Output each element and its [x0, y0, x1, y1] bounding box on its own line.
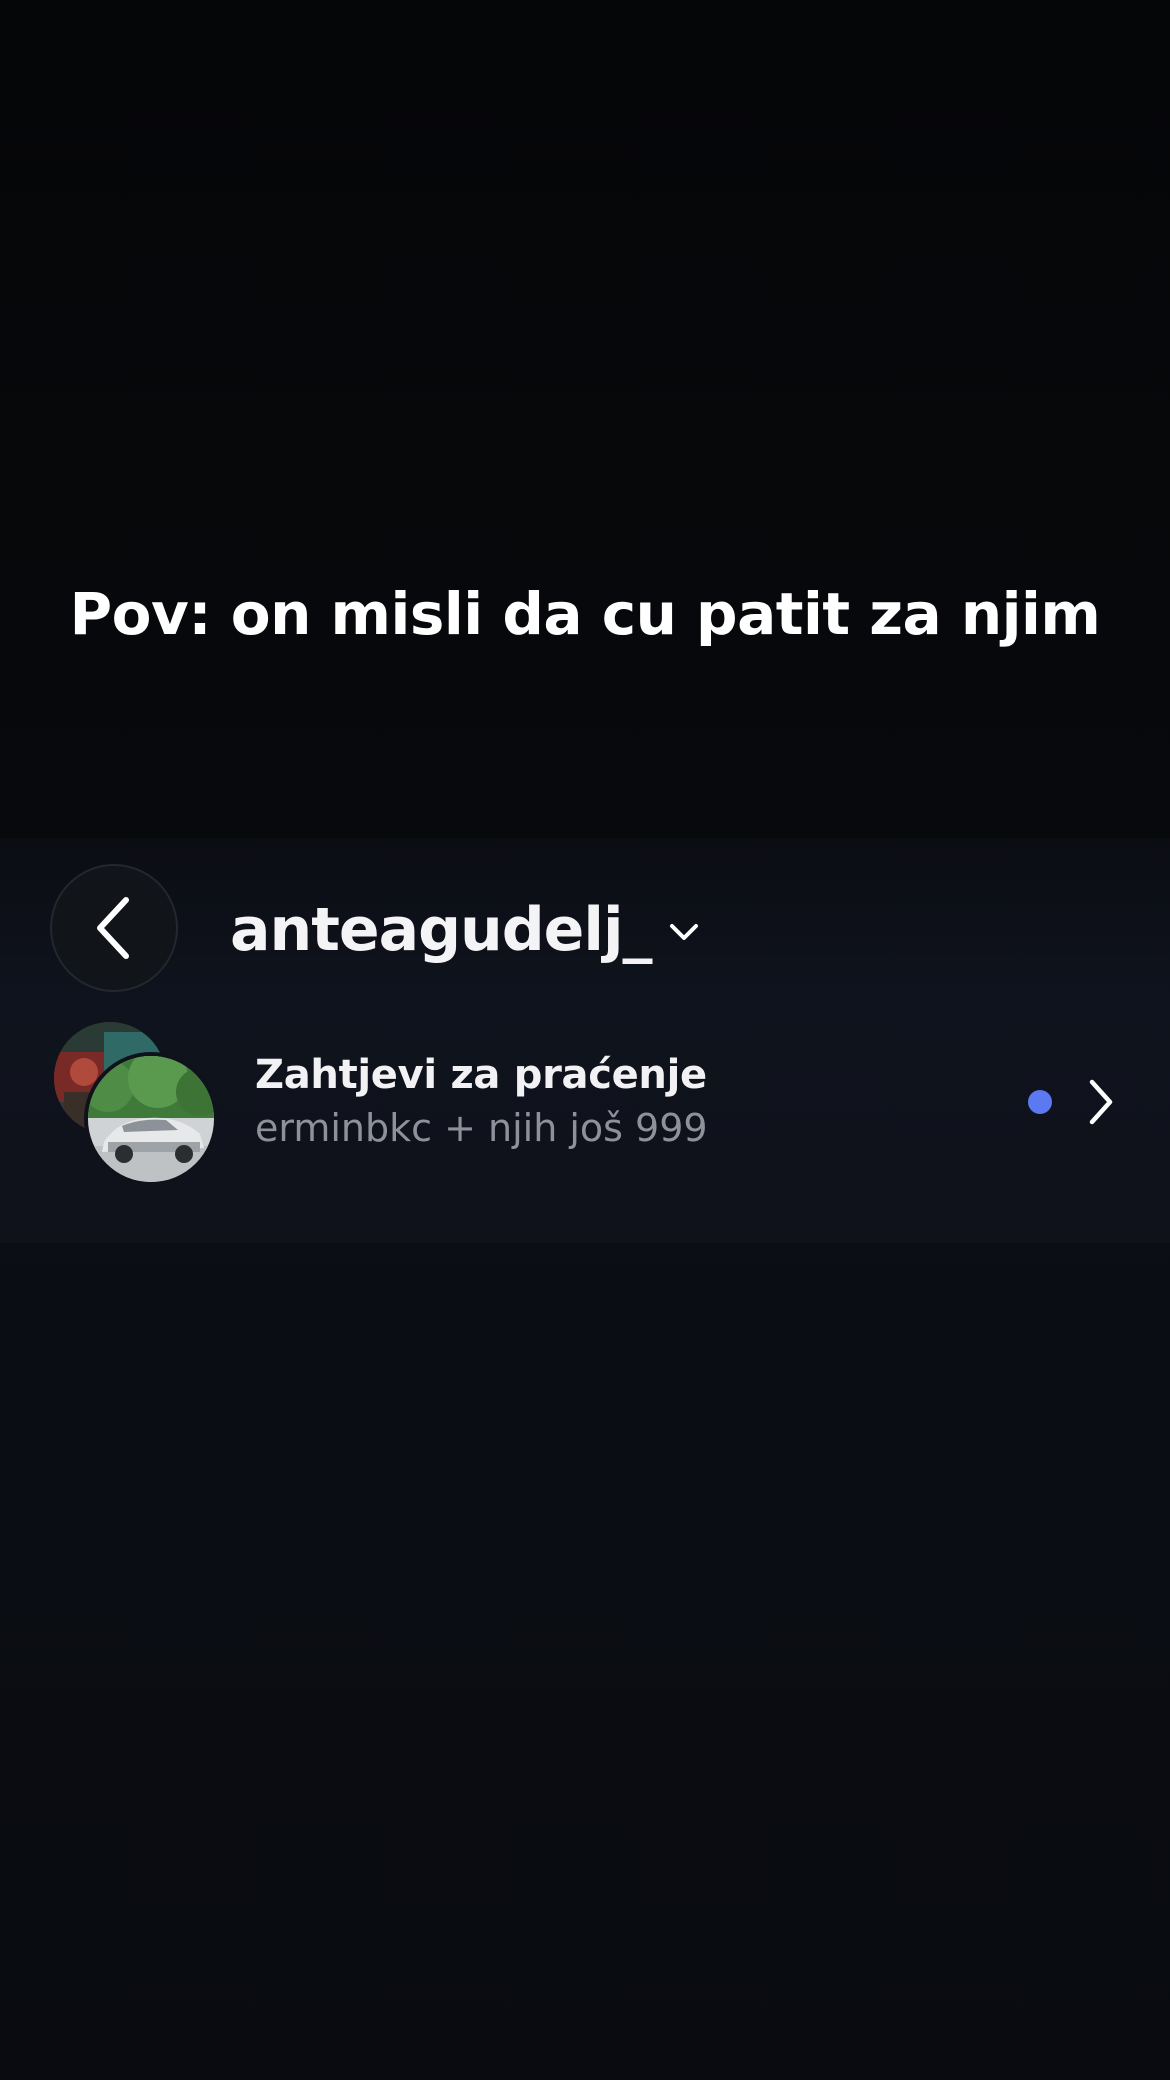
back-button[interactable] [50, 864, 178, 992]
username-title: anteagudelj_ [230, 895, 653, 965]
story-screen: Pov: on misli da cu patit za njim anteag… [0, 0, 1170, 2080]
follow-requests-subtitle: erminbkc + njih još 999 [255, 1106, 708, 1150]
chevron-left-icon [97, 897, 129, 959]
follow-requests-title[interactable]: Zahtjevi za praćenje [255, 1052, 707, 1098]
follow-requests-avatars[interactable] [54, 1022, 218, 1186]
account-switcher[interactable]: anteagudelj_ [230, 895, 700, 965]
story-caption: Pov: on misli da cu patit za njim [69, 580, 1101, 648]
chevron-right-icon[interactable] [1086, 1078, 1116, 1126]
chevron-down-icon [669, 924, 698, 940]
unread-indicator [1028, 1090, 1052, 1114]
avatar [84, 1052, 218, 1186]
